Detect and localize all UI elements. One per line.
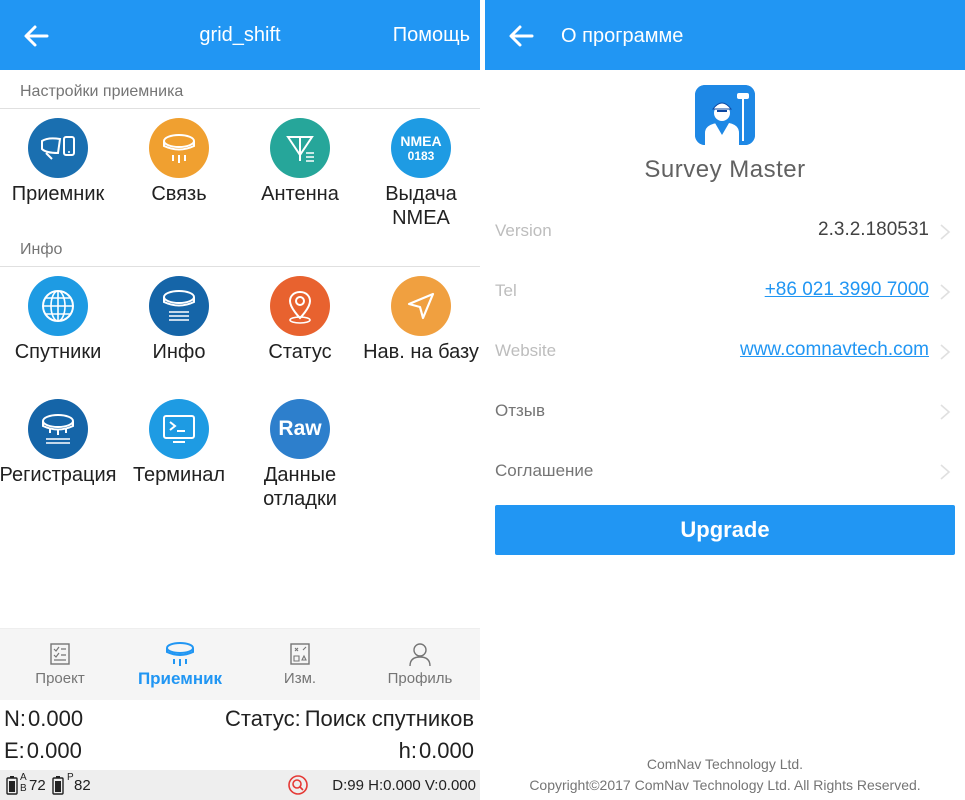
nav-label: Приемник [137, 669, 223, 688]
website-link[interactable]: www.comnavtech.com [740, 339, 929, 361]
tile-debug-data[interactable]: Raw Данные отладки [240, 399, 360, 511]
nav-label: Профиль [387, 670, 453, 687]
top-app-bar: grid_shift Помощь [0, 0, 480, 70]
chevron-right-icon [940, 344, 951, 360]
navigation-arrow-icon [391, 276, 451, 336]
tile-label: Терминал [132, 464, 226, 486]
precision-readout: D:99 H:0.000 V:0.000 [332, 777, 476, 794]
tile-label: Антенна [261, 183, 339, 205]
divider [0, 108, 480, 109]
raw-icon: Raw [270, 399, 330, 459]
fix-status: Статус: Поиск спутников [225, 706, 474, 731]
tile-label: Регистрация [0, 464, 117, 486]
northing: N:0.000 [4, 706, 84, 731]
receiver-status-bar: A B 72 P 82 D:99 H:0.000 V:0.000 [0, 770, 480, 800]
nav-measure[interactable]: Изм. [240, 629, 360, 701]
chevron-right-icon [940, 464, 951, 480]
tile-label: Спутники [14, 341, 102, 363]
tile-label: Нав. на базу [363, 341, 479, 363]
receiver-log-icon [28, 399, 88, 459]
nav-project[interactable]: Проект [0, 629, 120, 701]
app-logo [695, 85, 755, 145]
tile-label: Данные отладки [263, 464, 337, 510]
tile-link[interactable]: Связь [119, 118, 239, 206]
tile-label: Связь [151, 183, 207, 205]
globe-icon [28, 276, 88, 336]
upgrade-button[interactable]: Upgrade [495, 505, 955, 555]
tile-nav-to-base[interactable]: Нав. на базу [361, 276, 480, 364]
height: h:0.000 [398, 738, 474, 763]
row-agreement[interactable]: Соглашение [495, 451, 955, 491]
row-feedback[interactable]: Отзыв [495, 391, 955, 431]
divider [0, 266, 480, 267]
nav-label: Изм. [283, 670, 317, 687]
tile-terminal[interactable]: Терминал [119, 399, 239, 487]
nav-receiver[interactable]: Приемник [120, 629, 240, 701]
phone-link[interactable]: +86 021 3990 7000 [765, 279, 929, 301]
page-title: О программе [561, 25, 684, 47]
row-website[interactable]: Website www.comnavtech.com [495, 331, 955, 371]
antenna-icon [270, 118, 330, 178]
nmea-icon: NMEA 0183 [391, 118, 451, 178]
project-icon [50, 643, 70, 665]
version-value: 2.3.2.180531 [818, 219, 929, 240]
battery-a-level: 72 [29, 777, 46, 794]
profile-icon [409, 643, 431, 667]
tile-logging[interactable]: Регистрация [0, 399, 118, 487]
battery-p-level: 82 [74, 777, 91, 794]
battery-icon [52, 776, 64, 795]
antenna-link-icon [149, 118, 209, 178]
receiver-devices-icon [28, 118, 88, 178]
location-pin-icon [270, 276, 330, 336]
bottom-navigation: Проект Приемник Изм. Профиль [0, 628, 480, 700]
receiver-nav-icon [166, 642, 194, 666]
section-receiver-settings: Настройки приемника [20, 83, 184, 100]
terminal-icon [149, 399, 209, 459]
tile-antenna[interactable]: Антенна [240, 118, 360, 206]
measure-icon [290, 643, 310, 665]
tile-nmea-output[interactable]: NMEA 0183 Выдача NMEA [361, 118, 480, 230]
row-version[interactable]: Version 2.3.2.180531 [495, 211, 955, 251]
app-name: Survey Master [644, 156, 806, 183]
footer-copyright: Copyright©2017 ComNav Technology Ltd. Al… [529, 777, 921, 793]
tile-info[interactable]: Инфо [119, 276, 239, 364]
chevron-right-icon [940, 284, 951, 300]
easting: E:0.000 [4, 738, 82, 763]
tile-receiver[interactable]: Приемник [0, 118, 118, 206]
receiver-settings-screen: grid_shift Помощь Настройки приемника Пр… [0, 0, 480, 800]
footer-company: ComNav Technology Ltd. [646, 756, 804, 772]
help-button[interactable]: Помощь [393, 24, 470, 47]
satellite-search-icon[interactable] [287, 774, 309, 796]
tile-satellites[interactable]: Спутники [0, 276, 118, 364]
tile-label: Выдача NMEA [385, 183, 457, 229]
tile-status[interactable]: Статус [240, 276, 360, 364]
battery-icon [6, 776, 18, 795]
receiver-info-icon [149, 276, 209, 336]
tile-label: Статус [268, 341, 332, 363]
tile-label: Приемник [11, 183, 105, 205]
about-screen: О программе Survey Master Version 2.3.2.… [485, 0, 965, 800]
section-info: Инфо [20, 241, 63, 258]
position-panel: N:0.000 Статус: Поиск спутников E:0.000 h… [0, 700, 480, 770]
row-tel[interactable]: Tel +86 021 3990 7000 [495, 271, 955, 311]
top-app-bar: О программе [485, 0, 965, 70]
chevron-right-icon [940, 224, 951, 240]
tile-label: Инфо [152, 341, 206, 363]
chevron-right-icon [940, 404, 951, 420]
nav-label: Проект [35, 670, 85, 687]
back-arrow-icon[interactable] [505, 20, 537, 52]
nav-profile[interactable]: Профиль [360, 629, 480, 701]
